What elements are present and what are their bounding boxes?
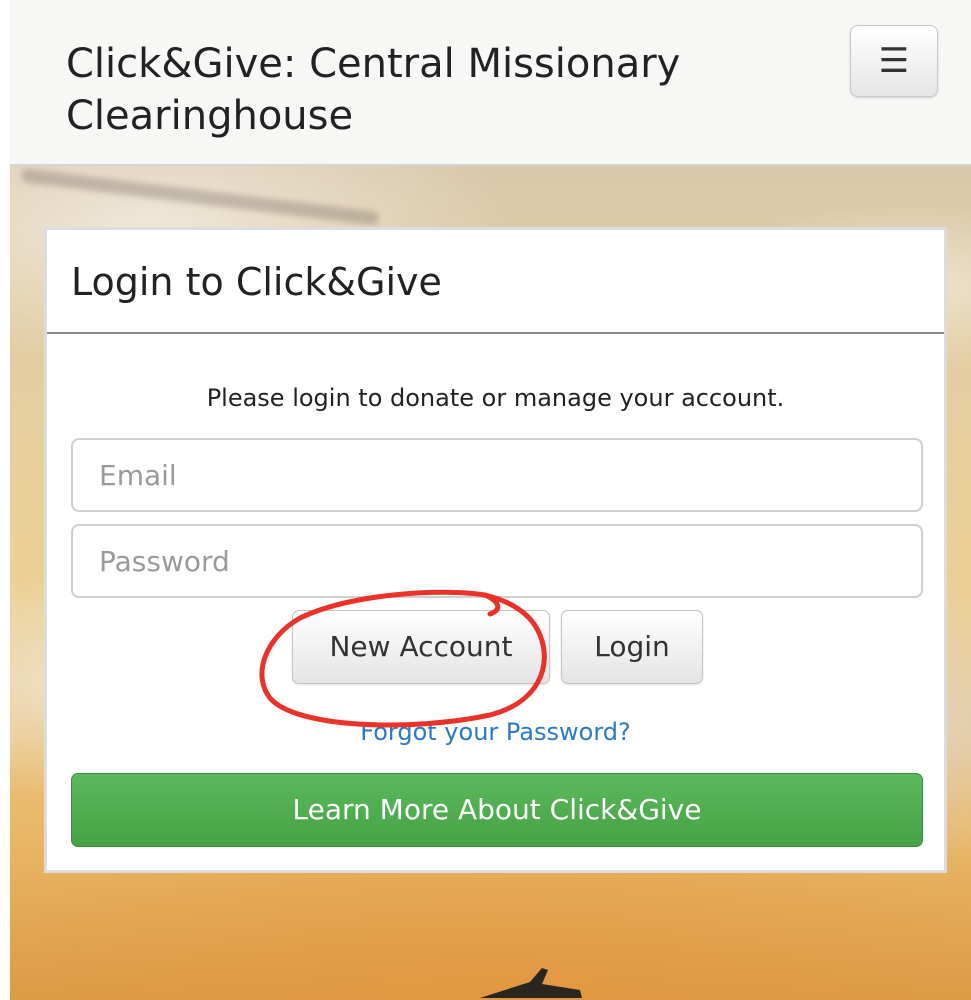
- login-panel: Login to Click&Give Please login to dona…: [44, 227, 947, 873]
- airplane-silhouette: [480, 968, 582, 998]
- forgot-password-link[interactable]: Forgot your Password?: [47, 718, 944, 746]
- hamburger-menu-icon: ☰: [878, 41, 910, 81]
- new-account-button[interactable]: New Account: [292, 610, 550, 684]
- login-intro-text: Please login to donate or manage your ac…: [206, 384, 785, 412]
- email-field[interactable]: [71, 438, 923, 512]
- navbar: Click&Give: Central Missionary Clearingh…: [10, 0, 971, 166]
- page: Click&Give: Central Missionary Clearingh…: [0, 0, 971, 1000]
- menu-toggle-button[interactable]: ☰: [850, 25, 938, 97]
- learn-more-button[interactable]: Learn More About Click&Give: [71, 773, 923, 847]
- brand-title[interactable]: Click&Give: Central Missionary Clearingh…: [66, 38, 786, 142]
- login-button[interactable]: Login: [561, 610, 703, 684]
- password-field[interactable]: [71, 524, 923, 598]
- panel-title: Login to Click&Give: [71, 260, 442, 304]
- panel-heading: Login to Click&Give: [47, 230, 944, 334]
